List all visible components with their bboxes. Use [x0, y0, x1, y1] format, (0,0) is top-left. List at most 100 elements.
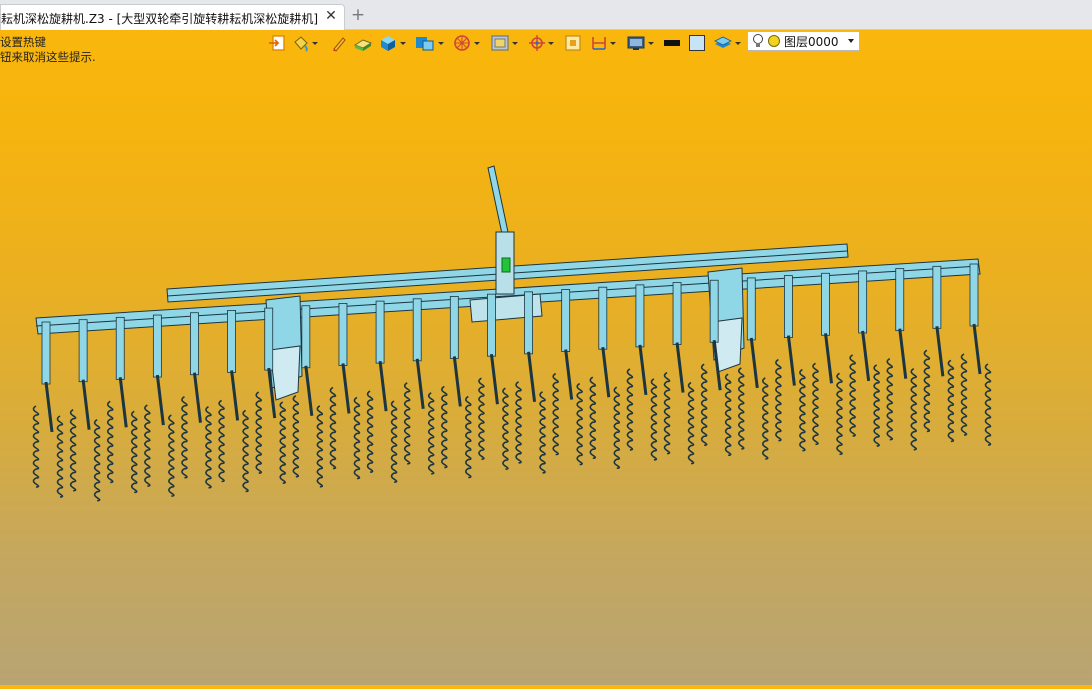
coil-blade [775, 358, 782, 442]
chevron-down-icon[interactable] [511, 33, 518, 53]
wheel-button[interactable] [452, 33, 480, 53]
machine-model [32, 165, 992, 502]
coil-blade [761, 377, 769, 460]
coil-blade [56, 415, 64, 498]
coil-blade [663, 371, 671, 455]
target-icon [529, 35, 545, 51]
coil-blade [552, 372, 559, 456]
coil-blade [799, 368, 806, 452]
solid-box-button[interactable] [378, 33, 406, 53]
tine-shank [152, 314, 165, 426]
chevron-down-icon[interactable] [848, 39, 854, 43]
coil-blade [316, 405, 324, 488]
new-tab-button[interactable]: + [350, 5, 366, 25]
target-button[interactable] [528, 33, 554, 53]
sketch-block-button[interactable] [353, 33, 373, 53]
paint-bucket-icon [294, 36, 308, 52]
coil-blade [873, 364, 880, 447]
display-settings-icon [627, 36, 645, 50]
coil-blade [144, 404, 151, 487]
tine-shank [338, 303, 351, 414]
tine-shank [895, 268, 908, 379]
coil-blade [923, 349, 931, 433]
tine-shank [561, 289, 574, 400]
pen-button[interactable] [331, 33, 347, 53]
chevron-down-icon[interactable] [473, 33, 480, 53]
view-frame-button[interactable] [490, 33, 518, 53]
coil-blade [589, 376, 597, 459]
tine-shank [746, 277, 759, 389]
coil-blade [242, 409, 249, 493]
3d-viewport[interactable] [0, 56, 1092, 685]
display-settings-button[interactable] [626, 33, 654, 53]
paint-button[interactable] [292, 33, 318, 53]
coil-blade [32, 405, 40, 488]
tab-bar: 耘机深松旋耕机.Z3 - [大型双轮牵引旋转耕耘机深松旋耕机] ✕ + [0, 0, 1092, 30]
tine-shank [635, 284, 648, 396]
tine-shank [412, 298, 425, 409]
chevron-down-icon[interactable] [647, 33, 654, 53]
line-color-button[interactable] [663, 33, 681, 53]
coil-blade [353, 396, 361, 480]
chevron-down-icon[interactable] [399, 33, 406, 53]
coil-blade [984, 363, 992, 446]
toolbar [0, 30, 1092, 56]
coil-blade [465, 395, 472, 479]
coil-blade [836, 372, 843, 456]
tine-shank [41, 321, 54, 433]
tine-shank [227, 309, 240, 421]
layer-color-icon [768, 35, 780, 47]
coil-blade [255, 391, 263, 474]
shape-box-icon [416, 37, 434, 51]
tine-shank [375, 300, 388, 412]
layer-stack-icon [714, 36, 732, 48]
coil-blade [687, 381, 695, 465]
dimension-icon [592, 37, 606, 50]
tine-shank [858, 270, 871, 382]
coil-blade [279, 401, 287, 484]
sketch-block-icon [353, 39, 373, 51]
tine-shank [598, 286, 611, 398]
coil-blade [69, 408, 77, 492]
coil-blade [329, 386, 337, 470]
tine-shank [190, 312, 202, 423]
layer-dropdown[interactable]: 图层0000 [747, 31, 860, 51]
chevron-down-icon[interactable] [734, 33, 741, 53]
tine-shank [301, 305, 314, 416]
shape-box-button[interactable] [414, 33, 444, 53]
select-box-icon [565, 35, 581, 51]
coil-blade [218, 399, 225, 483]
close-icon[interactable]: ✕ [324, 8, 338, 24]
coil-blade [910, 367, 918, 451]
dimension-button[interactable] [590, 33, 616, 53]
view-frame-icon [491, 35, 509, 51]
chevron-down-icon[interactable] [609, 33, 616, 53]
chevron-down-icon[interactable] [437, 33, 444, 53]
coil-blade [130, 410, 138, 494]
coil-blade [515, 381, 522, 464]
coil-blade [960, 353, 968, 436]
coil-blade [947, 359, 955, 443]
tine-shank [969, 263, 982, 375]
tine-shank [672, 282, 685, 393]
select-box-button[interactable] [564, 33, 582, 53]
import-icon [269, 35, 285, 51]
coil-blade [168, 414, 175, 497]
coil-blade [613, 386, 621, 469]
document-tab-title: 耘机深松旋耕机.Z3 - [大型双轮牵引旋转耕耘机深松旋耕机] [1, 12, 318, 26]
layer-stack-button[interactable] [713, 33, 741, 53]
import-button[interactable] [268, 33, 286, 53]
fill-color-swatch [689, 35, 705, 51]
coil-blade [478, 377, 485, 460]
chevron-down-icon[interactable] [547, 33, 554, 53]
coil-blade [441, 385, 448, 469]
coil-blade [849, 354, 856, 437]
fill-color-button[interactable] [688, 33, 706, 53]
pen-icon [333, 37, 346, 52]
chevron-down-icon[interactable] [311, 33, 318, 53]
coil-blade [700, 363, 708, 447]
document-tab[interactable]: 耘机深松旋耕机.Z3 - [大型双轮牵引旋转耕耘机深松旋耕机] ✕ [0, 4, 345, 30]
coil-blade [106, 400, 114, 484]
coil-blade [650, 378, 658, 461]
solid-box-icon [381, 36, 395, 51]
